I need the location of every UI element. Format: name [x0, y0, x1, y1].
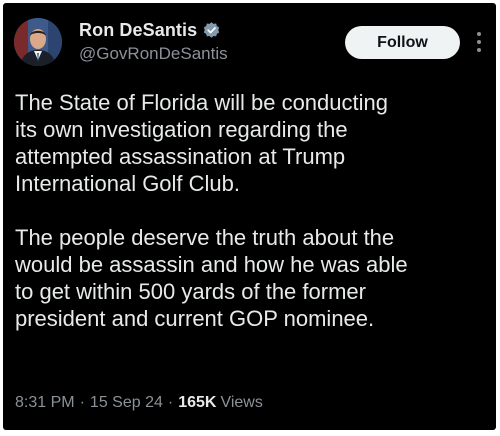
- separator-dot: ·: [79, 394, 85, 411]
- tweet-card: Ron DeSantis @GovRonDeSantis Follow The …: [3, 3, 496, 430]
- views-label: Views: [220, 394, 263, 411]
- tweet-paragraph-1: The State of Florida will be conducting …: [15, 90, 388, 196]
- views-count: 165K: [178, 394, 217, 411]
- author-display-name[interactable]: Ron DeSantis: [79, 20, 197, 41]
- avatar-portrait: [14, 18, 62, 66]
- tweet-time[interactable]: 8:31 PM: [15, 394, 75, 412]
- author-handle[interactable]: @GovRonDeSantis: [79, 44, 228, 64]
- tweet-paragraph-2: The people deserve the truth about the w…: [15, 225, 408, 331]
- tweet-date[interactable]: 15 Sep 24: [90, 394, 163, 412]
- avatar[interactable]: [14, 18, 62, 66]
- screenshot-frame: Ron DeSantis @GovRonDeSantis Follow The …: [0, 0, 500, 436]
- verified-badge-icon: [202, 21, 221, 40]
- follow-button[interactable]: Follow: [345, 26, 460, 59]
- separator-dot: ·: [167, 394, 174, 411]
- tweet-metadata: 8:31 PM · 15 Sep 24 · 165K Views: [15, 394, 263, 412]
- more-options-icon[interactable]: [472, 29, 486, 55]
- author-name-row[interactable]: Ron DeSantis: [79, 17, 221, 43]
- tweet-text: The State of Florida will be conducting …: [15, 89, 485, 332]
